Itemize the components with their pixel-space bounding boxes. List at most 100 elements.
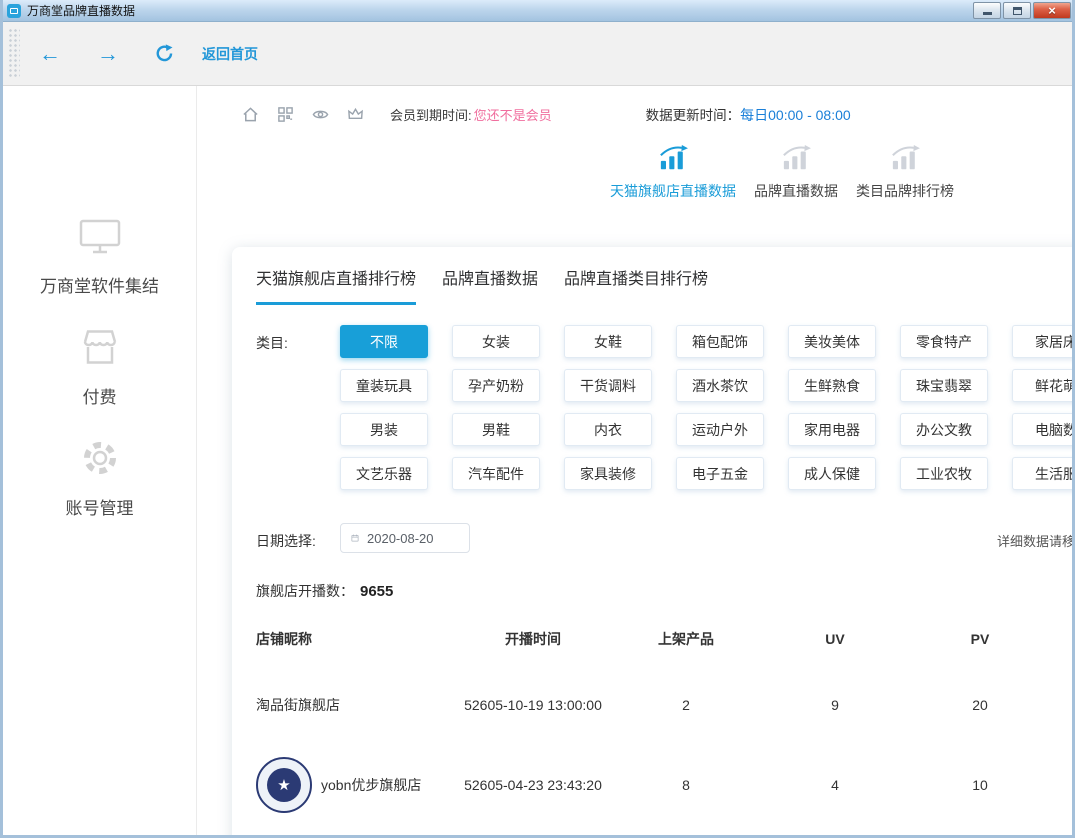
category-button[interactable]: 文艺乐器 — [340, 457, 428, 490]
refresh-icon — [155, 44, 174, 63]
toolbar: ← → 返回首页 — [3, 22, 1072, 86]
minimize-button[interactable] — [973, 2, 1001, 19]
maximize-icon — [1013, 7, 1022, 15]
category-button[interactable]: 生鲜熟食 — [788, 369, 876, 402]
category-button[interactable]: 运动户外 — [676, 413, 764, 446]
category-button[interactable]: 成人保健 — [788, 457, 876, 490]
back-button[interactable]: ← — [39, 43, 61, 65]
flagship-count-label: 旗舰店开播数： — [256, 583, 354, 599]
sidebar-item-payment[interactable]: 付费 — [78, 325, 122, 408]
category-button[interactable]: 酒水茶饮 — [676, 369, 764, 402]
category-button[interactable]: 汽车配件 — [452, 457, 540, 490]
titlebar: 万商堂品牌直播数据 × — [0, 0, 1075, 22]
maximize-button[interactable] — [1003, 2, 1031, 19]
category-button[interactable]: 家居床 — [1012, 325, 1075, 358]
tab-tmall-flagship-ranking[interactable]: 天猫旗舰店直播排行榜 — [256, 265, 416, 305]
chart-icon — [780, 145, 812, 173]
chart-icon — [889, 145, 921, 173]
category-button[interactable]: 男鞋 — [452, 413, 540, 446]
member-expiry-label: 会员到期时间: — [390, 105, 472, 124]
member-status[interactable]: 您还不是会员 — [474, 105, 552, 124]
category-button[interactable]: 生活服 — [1012, 457, 1075, 490]
table-row[interactable]: 淘品街旗舰店 52605-10-19 13:00:00 2 9 20 — [256, 667, 1075, 742]
sidebar-item-software[interactable]: 万商堂软件集结 — [40, 214, 159, 297]
monitor-icon — [78, 214, 122, 258]
detail-data-note: 详细数据请移 — [997, 531, 1075, 550]
uv-value: 4 — [742, 777, 928, 793]
eye-icon[interactable] — [312, 106, 329, 123]
category-button[interactable]: 珠宝翡翠 — [900, 369, 988, 402]
column-header-start-time: 开播时间 — [436, 629, 630, 649]
category-button[interactable]: 男装 — [340, 413, 428, 446]
panel-tabs: 天猫旗舰店直播排行榜 品牌直播数据 品牌直播类目排行榜 — [256, 265, 1075, 305]
window-title: 万商堂品牌直播数据 — [27, 2, 971, 19]
flagship-count-row: 旗舰店开播数： 9655 — [256, 581, 1075, 601]
shop-name: yobn优步旗舰店 — [321, 775, 421, 795]
minimize-icon — [983, 12, 992, 15]
sidebar-item-label: 账号管理 — [66, 494, 134, 519]
category-button[interactable]: 工业农牧 — [900, 457, 988, 490]
nav-tab-brand-live-data[interactable]: 品牌直播数据 — [754, 145, 838, 201]
category-button[interactable]: 箱包配饰 — [676, 325, 764, 358]
refresh-button[interactable] — [155, 44, 174, 63]
sidebar: 万商堂软件集结 付费 账号管理 — [3, 86, 197, 835]
app-window: 万商堂品牌直播数据 × ← → 返回首页 万商堂软件集结 付费 — [0, 0, 1075, 838]
main-area: 万商堂软件集结 付费 账号管理 — [3, 86, 1072, 835]
crown-icon[interactable] — [347, 106, 364, 123]
category-label: 类目: — [256, 325, 340, 501]
table-row[interactable]: yobn优步旗舰店 52605-04-23 23:43:20 8 4 10 — [256, 742, 1075, 827]
shop-name: 淘品街旗舰店 — [256, 695, 436, 715]
nav-tab-label: 类目品牌排行榜 — [856, 181, 954, 201]
category-button[interactable]: 零食特产 — [900, 325, 988, 358]
category-button[interactable]: 孕产奶粉 — [452, 369, 540, 402]
category-button[interactable]: 电脑数 — [1012, 413, 1075, 446]
qr-code-icon[interactable] — [277, 106, 294, 123]
category-button[interactable]: 家用电器 — [788, 413, 876, 446]
column-header-shop-name: 店铺昵称 — [256, 629, 436, 649]
sidebar-item-label: 付费 — [83, 383, 117, 408]
app-icon — [7, 4, 21, 18]
category-button[interactable]: 内衣 — [564, 413, 652, 446]
data-panel: 天猫旗舰店直播排行榜 品牌直播数据 品牌直播类目排行榜 类目: 不限 女装 女鞋… — [232, 247, 1075, 838]
close-button[interactable]: × — [1033, 2, 1071, 19]
category-button[interactable]: 干货调料 — [564, 369, 652, 402]
nav-tab-tmall-live-data[interactable]: 天猫旗舰店直播数据 — [610, 145, 736, 201]
star-icon — [267, 768, 301, 802]
category-button[interactable]: 美妆美体 — [788, 325, 876, 358]
content-area: 会员到期时间: 您还不是会员 数据更新时间：每日00:00 - 08:00 天猫… — [197, 86, 1075, 835]
date-input[interactable] — [367, 531, 459, 546]
sidebar-item-label: 万商堂软件集结 — [40, 272, 159, 297]
date-picker[interactable] — [340, 523, 470, 553]
table-header-row: 店铺昵称 开播时间 上架产品 UV PV — [256, 615, 1075, 667]
pv-value: 10 — [928, 777, 1032, 793]
tab-brand-live-category-ranking[interactable]: 品牌直播类目排行榜 — [564, 265, 708, 305]
tab-brand-live-data[interactable]: 品牌直播数据 — [442, 265, 538, 305]
nav-tab-category-brand-ranking[interactable]: 类目品牌排行榜 — [856, 145, 954, 201]
gear-icon — [78, 436, 122, 480]
sidebar-item-account[interactable]: 账号管理 — [66, 436, 134, 519]
status-bar: 会员到期时间: 您还不是会员 数据更新时间：每日00:00 - 08:00 — [197, 86, 1075, 125]
category-button[interactable]: 办公文教 — [900, 413, 988, 446]
category-button[interactable]: 女装 — [452, 325, 540, 358]
column-header-pv: PV — [928, 631, 1032, 647]
flagship-count-value: 9655 — [360, 583, 393, 600]
shop-avatar — [256, 757, 312, 813]
category-button[interactable]: 电子五金 — [676, 457, 764, 490]
shop-icon — [78, 325, 122, 369]
category-button[interactable]: 童装玩具 — [340, 369, 428, 402]
category-button[interactable]: 不限 — [340, 325, 428, 358]
chart-icon — [657, 145, 689, 173]
forward-button[interactable]: → — [97, 43, 119, 65]
start-time: 52605-04-23 23:43:20 — [436, 777, 630, 793]
column-header-uv: UV — [742, 631, 928, 647]
pv-value: 20 — [928, 697, 1032, 713]
nav-tab-label: 品牌直播数据 — [754, 181, 838, 201]
window-controls: × — [971, 2, 1071, 19]
home-icon[interactable] — [242, 106, 259, 123]
home-link[interactable]: 返回首页 — [202, 44, 258, 64]
products-count: 8 — [630, 777, 742, 793]
toolbar-grip[interactable] — [8, 28, 20, 79]
category-button[interactable]: 女鞋 — [564, 325, 652, 358]
category-button[interactable]: 家具装修 — [564, 457, 652, 490]
category-button[interactable]: 鲜花萌 — [1012, 369, 1075, 402]
